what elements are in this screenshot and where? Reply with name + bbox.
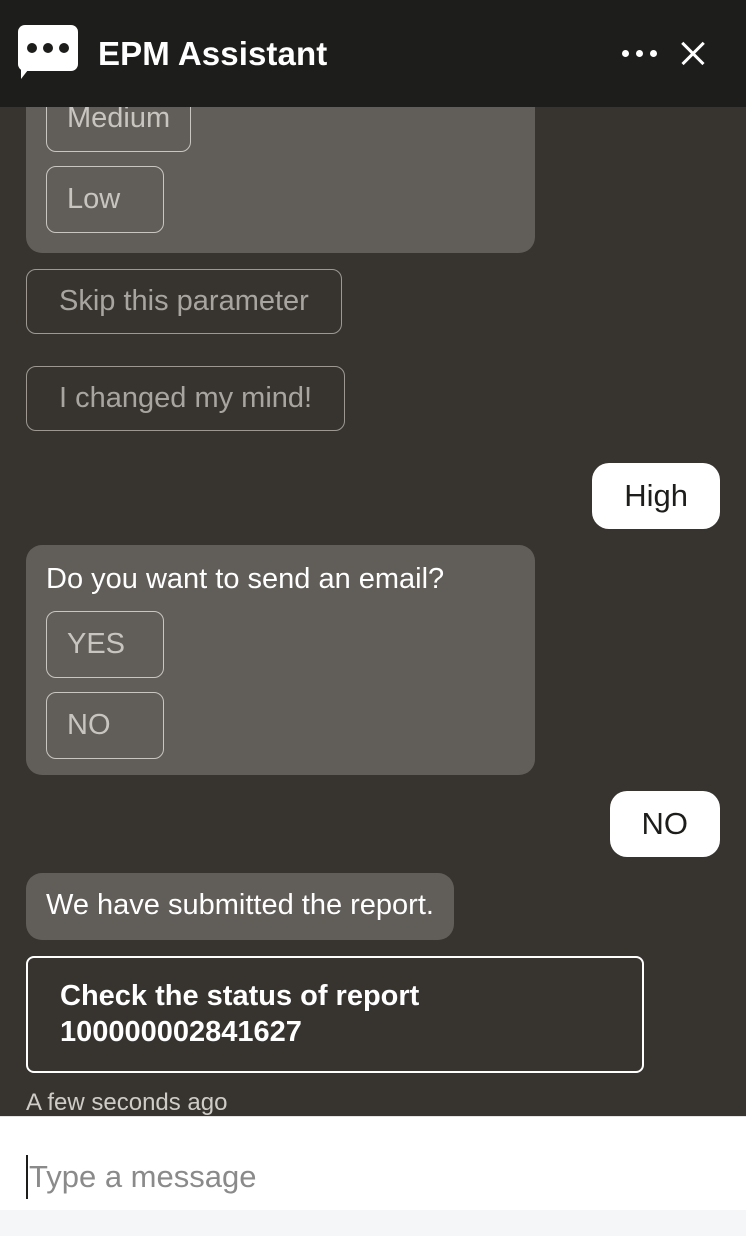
message-row: Check the status of report 1000000028416…	[26, 955, 720, 1073]
message-row: We have submitted the report.	[26, 873, 720, 940]
message-input-placeholder[interactable]: Type a message	[29, 1159, 256, 1195]
user-message-priority: High	[592, 463, 720, 529]
kebab-menu-icon	[621, 50, 657, 57]
option-button-low[interactable]: Low	[46, 166, 164, 233]
status-action-line-1: Check the status of report	[60, 979, 420, 1012]
bot-bubble-priority-options: Medium Low	[26, 107, 535, 253]
option-button-skip-this-parameter[interactable]: Skip this parameter	[26, 269, 342, 334]
status-action-line-2: 100000002841627	[60, 1016, 302, 1049]
message-row: Medium Low	[26, 107, 720, 253]
widget-header: EPM Assistant	[0, 0, 746, 107]
message-row: High	[26, 463, 720, 529]
message-row: NO	[26, 791, 720, 858]
page-title: EPM Assistant	[98, 34, 328, 72]
message-composer[interactable]: Type a message	[0, 1116, 746, 1236]
message-row: Skip this parameter	[26, 269, 720, 350]
overflow-menu-button[interactable]	[612, 27, 666, 81]
bot-message-text: We have submitted the report.	[46, 889, 434, 922]
message-timestamp: A few seconds ago	[26, 1088, 228, 1116]
check-report-status-button[interactable]: Check the status of report 1000000028416…	[26, 955, 644, 1073]
close-button[interactable]	[666, 27, 720, 81]
chat-widget: EPM Assistant Medium Low Skip this param…	[0, 0, 746, 1236]
logo-bubble-dots	[18, 25, 78, 71]
option-button-yes[interactable]: YES	[46, 611, 164, 679]
bot-bubble-submitted: We have submitted the report.	[26, 873, 454, 940]
text-cursor	[26, 1154, 28, 1199]
close-icon	[678, 39, 708, 69]
option-button-no[interactable]: NO	[46, 692, 164, 760]
message-row: I changed my mind!	[26, 366, 720, 447]
message-input-wrapper[interactable]: Type a message	[26, 1154, 720, 1199]
option-button-i-changed-my-mind[interactable]: I changed my mind!	[26, 366, 346, 431]
chat-bubble-dots-icon	[18, 24, 78, 83]
message-row: Do you want to send an email? YES NO	[26, 545, 720, 776]
bot-message-text: Do you want to send an email?	[46, 563, 445, 595]
chat-transcript[interactable]: Medium Low Skip this parameter I changed…	[0, 107, 746, 1116]
option-button-medium[interactable]: Medium	[46, 107, 192, 152]
composer-footer-bar	[0, 1210, 746, 1236]
user-message-email: NO	[609, 791, 720, 858]
bot-bubble-email-prompt: Do you want to send an email? YES NO	[26, 545, 535, 776]
